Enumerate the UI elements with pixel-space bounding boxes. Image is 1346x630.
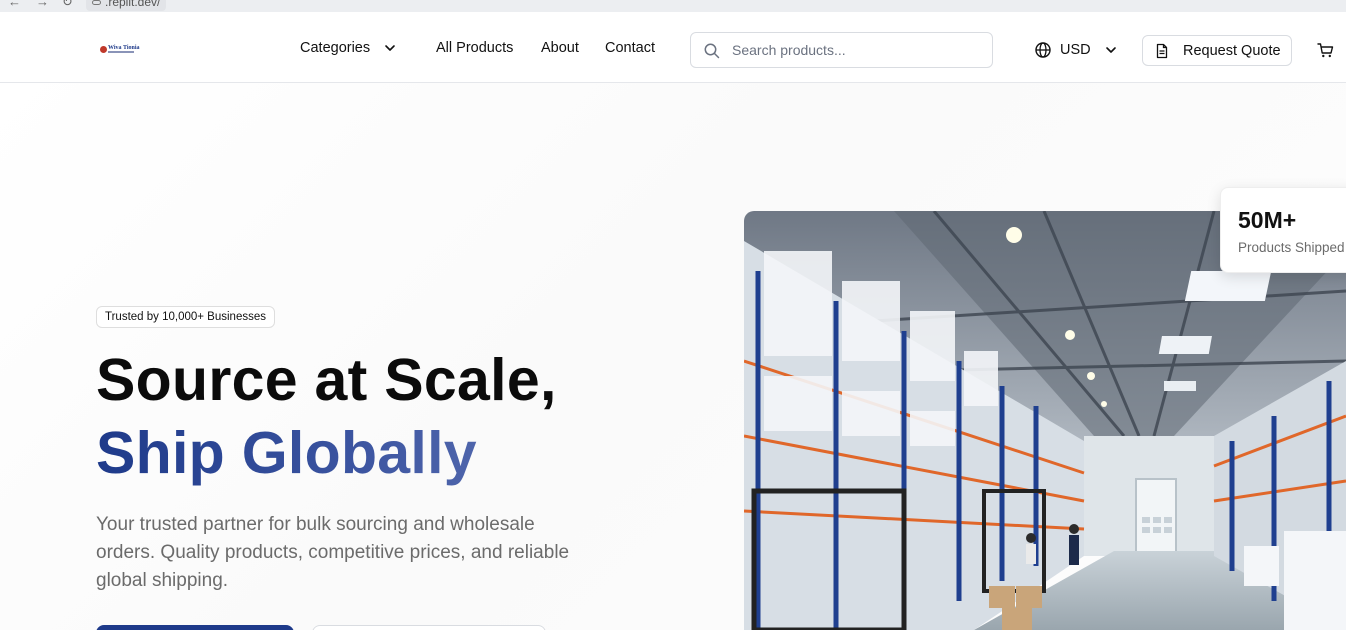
cart-icon[interactable] <box>1317 42 1334 59</box>
site-header: Wiva Tionia Categories All Products Abou… <box>0 12 1346 83</box>
currency-label: USD <box>1060 42 1091 58</box>
search-input[interactable]: Search products... <box>690 32 993 68</box>
nav-about[interactable]: About <box>541 40 579 56</box>
stat-card: 50M+ Products Shipped <box>1220 187 1346 273</box>
link-icon <box>92 0 101 6</box>
warehouse-illustration <box>744 211 1346 630</box>
trust-badge: Trusted by 10,000+ Businesses <box>96 306 275 328</box>
logo-tagline-bar <box>108 51 134 53</box>
hero-description: Your trusted partner for bulk sourcing a… <box>96 514 570 591</box>
search-placeholder: Search products... <box>732 42 846 58</box>
globe-icon <box>1035 42 1051 58</box>
reload-icon[interactable]: ↻ <box>62 0 73 10</box>
secondary-cta-button[interactable] <box>312 625 546 630</box>
forward-icon[interactable]: → <box>36 0 49 9</box>
browser-toolbar: ← → ↻ .replit.dev/ <box>0 0 1346 12</box>
address-bar[interactable]: .replit.dev/ <box>86 0 167 11</box>
hero-title: Source at Scale, Ship Globally <box>96 345 557 489</box>
request-quote-label: Request Quote <box>1183 42 1281 59</box>
stat-label: Products Shipped <box>1238 240 1345 255</box>
chevron-down-icon <box>385 45 395 51</box>
hero-title-line2: Ship Globally <box>96 418 557 489</box>
document-icon <box>1156 43 1168 58</box>
back-icon[interactable]: ← <box>8 0 21 9</box>
hero-title-line1: Source at Scale, <box>96 347 557 413</box>
stat-value: 50M+ <box>1238 207 1297 233</box>
nav-contact[interactable]: Contact <box>605 40 655 56</box>
hero-section: Trusted by 10,000+ Businesses Source at … <box>0 83 1346 630</box>
search-icon <box>704 43 720 59</box>
currency-selector[interactable]: USD <box>1034 41 1117 59</box>
address-bar-text: .replit.dev/ <box>105 0 161 9</box>
nav-all-products[interactable]: All Products <box>436 40 513 56</box>
request-quote-button[interactable]: Request Quote <box>1142 35 1292 66</box>
chevron-down-icon <box>1105 47 1116 53</box>
logo[interactable]: Wiva Tionia <box>100 45 140 55</box>
warehouse-image <box>744 211 1346 630</box>
nav-categories[interactable]: Categories <box>300 40 396 56</box>
logo-mark-icon <box>100 46 107 53</box>
nav-categories-label: Categories <box>300 40 371 56</box>
primary-cta-button[interactable] <box>96 625 294 630</box>
